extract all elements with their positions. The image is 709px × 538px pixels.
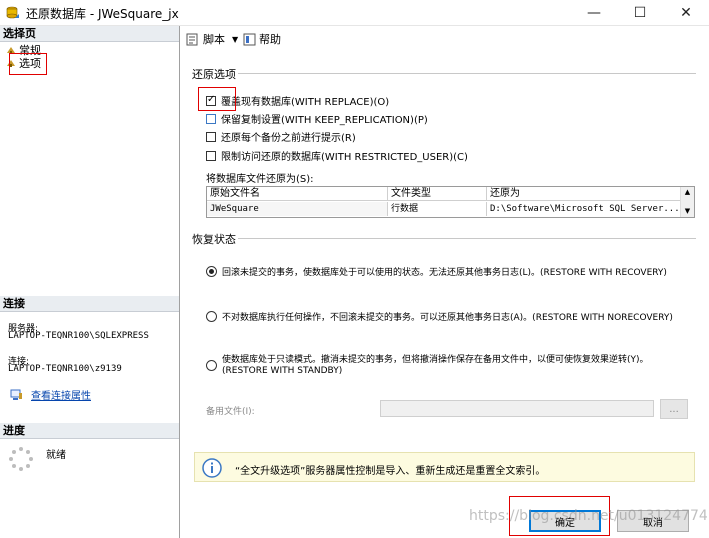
- scroll-down-icon[interactable]: ▼: [681, 206, 694, 216]
- help-icon: [243, 33, 256, 46]
- radio-label: 使数据库处于只读模式。撤消未提交的事务，但将撤消操作保存在备用文件中，以便可使恢…: [222, 355, 649, 365]
- radio-restore-with-recovery[interactable]: 回滚未提交的事务，使数据库处于可以使用的状态。无法还原其他事务日志(L)。(RE…: [206, 265, 667, 278]
- checkbox-keep-replication[interactable]: 保留复制设置(WITH KEEP_REPLICATION)(P): [206, 111, 428, 126]
- help-button[interactable]: 帮助: [243, 31, 281, 47]
- checkbox-label: 覆盖现有数据库(WITH REPLACE)(O): [221, 97, 390, 108]
- grid-header-file-type: 文件类型: [388, 187, 487, 201]
- browse-button[interactable]: ...: [660, 399, 688, 419]
- files-label: 将数据库文件还原为(S):: [206, 174, 314, 185]
- highlight-box: [198, 87, 236, 111]
- grid-header-original-name: 原始文件名: [207, 187, 388, 201]
- maximize-button[interactable]: ☐: [617, 0, 663, 26]
- standby-file-label: 备用文件(I):: [206, 407, 255, 417]
- info-text: “全文升级选项”服务器属性控制是导入、重新生成还是重置全文索引。: [235, 466, 546, 477]
- checkbox-box[interactable]: [206, 131, 216, 142]
- radio-label: 不对数据库执行任何操作，不回滚未提交的事务。可以还原其他事务日志(A)。(RES…: [222, 313, 673, 323]
- checkbox-box[interactable]: [206, 150, 216, 161]
- radio-button[interactable]: [206, 266, 217, 277]
- view-connection-properties-link[interactable]: 查看连接属性: [10, 387, 91, 402]
- title-bar: 还原数据库 - JWeSquare_jx — ☐ ✕: [0, 0, 709, 26]
- checkbox-prompt-before-restore[interactable]: 还原每个备份之前进行提示(R): [206, 129, 356, 144]
- checkbox-label: 限制访问还原的数据库(WITH RESTRICTED_USER)(C): [221, 152, 468, 163]
- help-label: 帮助: [259, 33, 281, 46]
- toolbar: 脚本 ▼ 帮助: [181, 28, 709, 50]
- connection-value: LAPTOP-TEQNR100\z9139: [8, 364, 122, 374]
- watermark: https://blog.csdn.net/u013124774: [469, 508, 708, 524]
- group-divider: [238, 73, 696, 74]
- grid-cell-restore-as[interactable]: D:\Software\Microsoft SQL Server...: [487, 202, 682, 216]
- grid-cell-original-name[interactable]: JWeSquare: [207, 202, 388, 216]
- left-pane: 选择页 常规 选项 连接 服务器: LAPTOP-TEQNR100\SQLEXP…: [0, 26, 180, 538]
- progress-status: 就绪: [46, 450, 66, 461]
- checkbox-restricted-user[interactable]: 限制访问还原的数据库(WITH RESTRICTED_USER)(C): [206, 148, 468, 163]
- radio-button[interactable]: [206, 360, 217, 371]
- group-divider: [238, 238, 696, 239]
- progress-spinner-icon: [9, 447, 33, 471]
- recovery-state-title: 恢复状态: [192, 233, 236, 246]
- grid-cell-file-type[interactable]: 行数据: [388, 202, 487, 216]
- files-grid[interactable]: 原始文件名 文件类型 还原为 JWeSquare 行数据 D:\Software…: [206, 186, 695, 218]
- info-bar: “全文升级选项”服务器属性控制是导入、重新生成还是重置全文索引。: [194, 452, 695, 482]
- radio-restore-with-standby[interactable]: 使数据库处于只读模式。撤消未提交的事务，但将撤消操作保存在备用文件中，以便可使恢…: [206, 355, 649, 377]
- close-button[interactable]: ✕: [663, 0, 709, 26]
- select-page-header: 选择页: [0, 26, 179, 42]
- dropdown-arrow-icon: ▼: [232, 34, 239, 44]
- script-icon: [186, 33, 200, 46]
- checkbox-label: 保留复制设置(WITH KEEP_REPLICATION)(P): [221, 115, 428, 126]
- restore-options-title: 还原选项: [192, 68, 236, 81]
- script-button[interactable]: 脚本 ▼: [186, 31, 238, 47]
- view-connection-link-label: 查看连接属性: [31, 391, 91, 402]
- database-restore-icon: [6, 6, 19, 19]
- radio-label: 回滚未提交的事务，使数据库处于可以使用的状态。无法还原其他事务日志(L)。(RE…: [222, 268, 667, 278]
- minimize-button[interactable]: —: [571, 0, 617, 26]
- grid-scrollbar[interactable]: ▲ ▼: [680, 187, 694, 217]
- highlight-box: [9, 53, 47, 75]
- checkbox-label: 还原每个备份之前进行提示(R): [221, 133, 356, 144]
- grid-header-restore-as: 还原为: [487, 187, 682, 201]
- standby-file-input[interactable]: [380, 400, 654, 417]
- checkbox-box[interactable]: [206, 113, 216, 124]
- window-title: 还原数据库 - JWeSquare_jx: [26, 7, 179, 21]
- radio-button[interactable]: [206, 311, 217, 322]
- properties-icon: [10, 389, 23, 401]
- script-label: 脚本: [203, 33, 225, 46]
- radio-restore-with-norecovery[interactable]: 不对数据库执行任何操作，不回滚未提交的事务。可以还原其他事务日志(A)。(RES…: [206, 310, 673, 323]
- progress-header: 进度: [0, 423, 179, 439]
- scroll-up-icon[interactable]: ▲: [681, 187, 694, 197]
- server-value: LAPTOP-TEQNR100\SQLEXPRESS: [8, 331, 149, 341]
- radio-label-suffix: (RESTORE WITH STANDBY): [222, 366, 343, 376]
- info-icon: [202, 458, 222, 478]
- connection-header: 连接: [0, 296, 179, 312]
